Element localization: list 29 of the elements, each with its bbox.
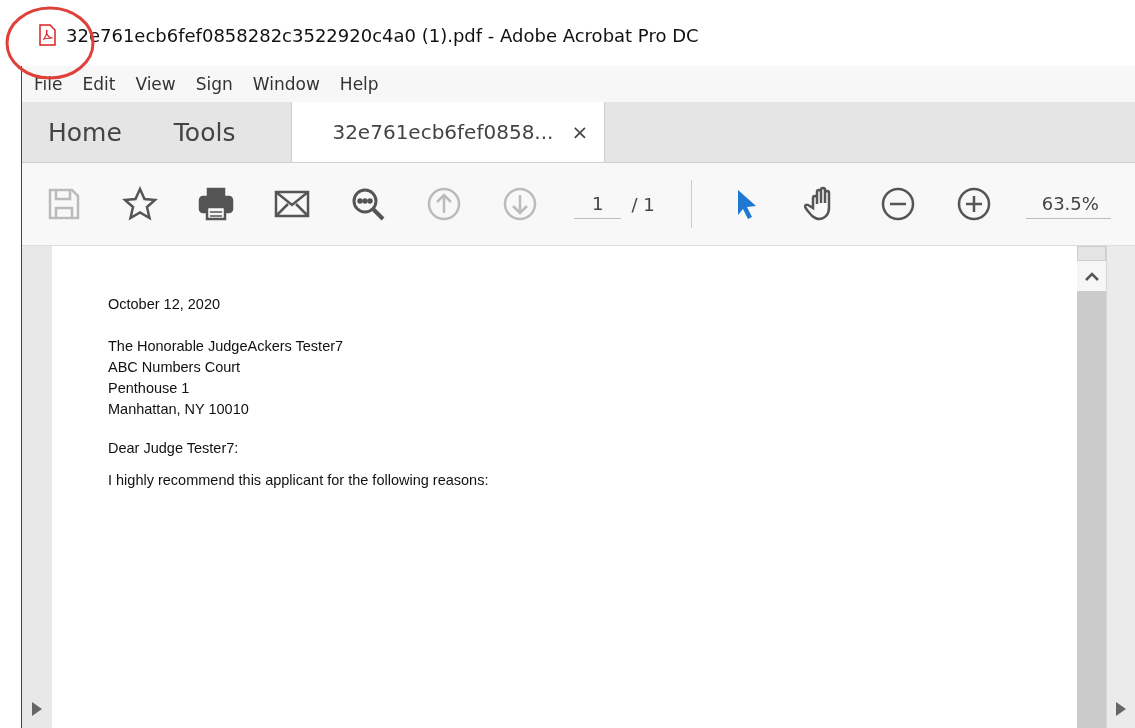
print-icon[interactable] (198, 186, 234, 222)
zoom-field[interactable]: 63.5% (1025, 189, 1111, 219)
address-line: ABC Numbers Court (108, 358, 242, 377)
page-count: / 1 (631, 193, 655, 215)
close-tab-button[interactable]: × (571, 120, 589, 144)
address-line: The Honorable JudgeAckers Tester7 (108, 337, 345, 356)
expand-arrow-icon[interactable] (1116, 702, 1126, 716)
zoom-out-icon[interactable] (879, 186, 916, 222)
letter-salutation: Dear Judge Tester7: (108, 440, 240, 456)
address-line: Manhattan, NY 10010 (108, 400, 250, 419)
menu-item[interactable]: View (135, 74, 176, 94)
zoom-in-icon[interactable] (955, 186, 992, 222)
search-icon[interactable] (350, 186, 386, 222)
menu-item[interactable]: Edit (82, 74, 116, 94)
address-line: Penthouse 1 (108, 379, 191, 398)
menu-item[interactable]: Window (252, 74, 320, 94)
tab[interactable]: Home (22, 102, 148, 162)
tab[interactable]: Tools (147, 102, 262, 162)
menu-item[interactable]: Sign (195, 74, 233, 94)
tab[interactable]: 32e761ecb6fef0858... × (291, 102, 606, 162)
star-icon[interactable] (122, 186, 158, 222)
page-number-field[interactable]: 1 (574, 189, 622, 219)
expand-arrow-icon[interactable] (32, 702, 42, 716)
letter-body: I highly recommend this applicant for the following reasons: (108, 472, 490, 488)
menu-item[interactable]: Help (339, 74, 379, 94)
scroll-up-icon[interactable] (1084, 271, 1099, 281)
letter-date: October 12, 2020 (108, 296, 222, 312)
scrollbar[interactable] (1077, 246, 1106, 728)
pdf-file-icon (38, 24, 56, 46)
